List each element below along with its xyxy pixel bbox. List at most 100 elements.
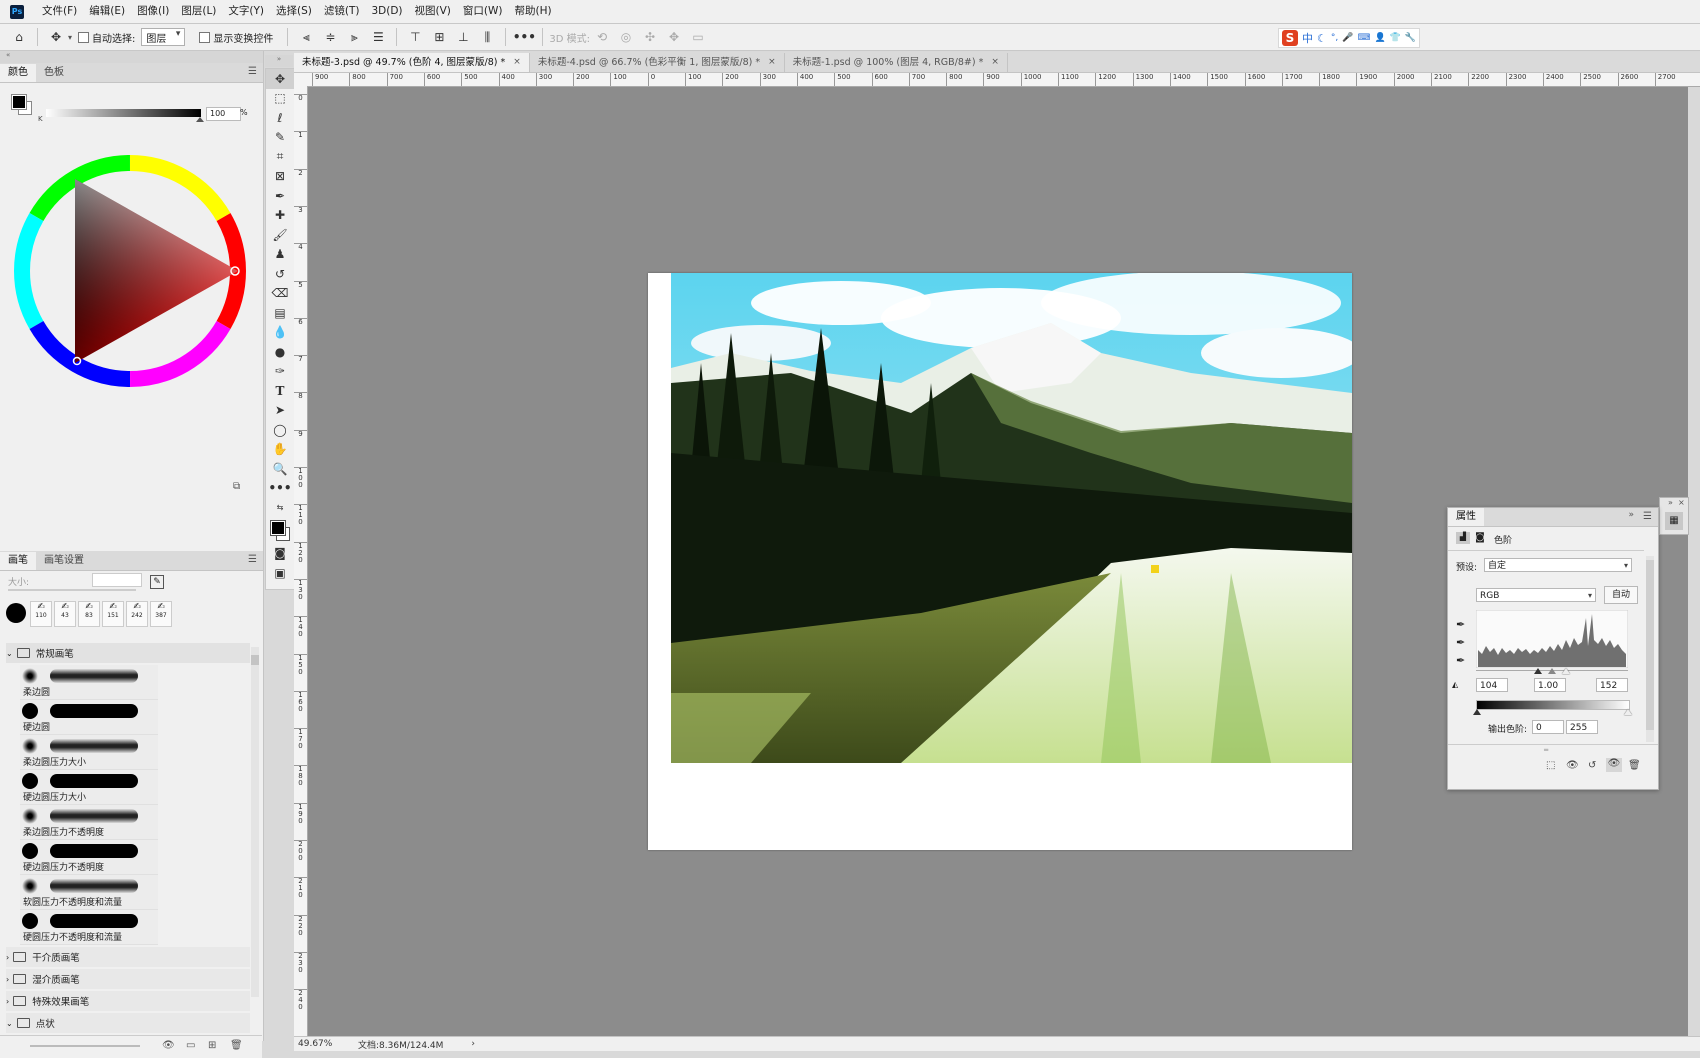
collapse-icon[interactable]: »: [1628, 510, 1634, 520]
move-tool-icon[interactable]: ✥: [266, 69, 294, 89]
ime-chinese-mode[interactable]: 中: [1302, 30, 1313, 46]
distribute-vertical-icon[interactable]: ⫼: [478, 28, 496, 46]
move-tool-icon[interactable]: ✥: [47, 28, 65, 46]
mask-icon[interactable]: ◙: [1474, 532, 1486, 544]
frame-tool-icon[interactable]: ⊠: [266, 167, 294, 187]
sogou-ime-icon[interactable]: S: [1282, 30, 1298, 46]
more-options-icon[interactable]: •••: [513, 28, 536, 46]
panel-resize-icon[interactable]: ⧉: [233, 481, 240, 492]
brush-item-hard-round-pressure-size[interactable]: 硬边圆压力大小: [20, 770, 158, 805]
doc-tab-3[interactable]: 未标题-1.psd @ 100% (图层 4, RGB/8#) * ×: [785, 53, 1008, 72]
type-tool-icon[interactable]: T: [266, 381, 294, 401]
panel-collapse-bar[interactable]: «: [0, 51, 263, 63]
foreground-color-swatch[interactable]: [270, 519, 286, 536]
view-previous-state-icon[interactable]: 👁: [1566, 760, 1579, 771]
input-black-field[interactable]: 104: [1476, 678, 1508, 692]
panel-resize-grip[interactable]: ═: [1544, 746, 1548, 754]
k-slider[interactable]: [46, 109, 201, 117]
photoshop-logo-icon[interactable]: Ps: [10, 4, 24, 19]
k-value-input[interactable]: 100: [206, 107, 241, 121]
panel-menu-icon[interactable]: ☰: [248, 66, 257, 77]
toggle-preview-icon[interactable]: 👁: [162, 1040, 175, 1051]
ime-mic-icon[interactable]: 🎤: [1342, 33, 1353, 43]
home-icon[interactable]: ⌂: [10, 28, 28, 46]
toggle-visibility-icon[interactable]: 👁: [1606, 758, 1622, 772]
panel-menu-icon[interactable]: ☰: [248, 554, 257, 565]
channel-dropdown[interactable]: RGB: [1476, 588, 1596, 603]
clipping-icon[interactable]: ◭: [1452, 680, 1458, 689]
output-white-slider[interactable]: [1624, 709, 1632, 715]
quick-mask-icon[interactable]: ◙: [266, 544, 294, 564]
scrollbar-thumb[interactable]: [251, 655, 259, 665]
panel-menu-icon[interactable]: ☰: [1643, 511, 1652, 522]
edit-toolbar-icon[interactable]: •••: [266, 479, 294, 499]
align-top-icon[interactable]: ⊤: [406, 28, 424, 46]
align-left-icon[interactable]: ⫷: [297, 28, 315, 46]
show-transform-checkbox[interactable]: [199, 31, 211, 43]
tab-properties[interactable]: 属性: [1448, 508, 1484, 526]
color-wheel[interactable]: [10, 151, 250, 391]
dodge-tool-icon[interactable]: ●: [266, 342, 294, 362]
menu-layer[interactable]: 图层(L): [175, 0, 222, 23]
size-input[interactable]: [92, 573, 142, 587]
new-group-icon[interactable]: ▭: [186, 1040, 195, 1051]
set-white-point-eyedropper-icon[interactable]: ✒: [1456, 654, 1465, 667]
brush-item-hard-round-pressure-opacity-flow[interactable]: 硬圆压力不透明度和流量: [20, 910, 158, 945]
brush-item-hard-round[interactable]: 硬边圆: [20, 700, 158, 735]
trash-icon[interactable]: 🗑: [1628, 760, 1641, 771]
input-white-field[interactable]: 152: [1596, 678, 1628, 692]
doc-tab-1[interactable]: 未标题-3.psd @ 49.7% (色阶 4, 图层蒙版/8) * ×: [294, 53, 530, 72]
ime-user-icon[interactable]: 👤: [1374, 33, 1385, 43]
menu-window[interactable]: 窗口(W): [457, 0, 509, 23]
brush-edit-icon[interactable]: ✎: [150, 575, 164, 589]
menu-view[interactable]: 视图(V): [409, 0, 457, 23]
zoom-level[interactable]: 49.67%: [298, 1039, 358, 1049]
menu-image[interactable]: 图像(I): [131, 0, 175, 23]
tab-brush-settings[interactable]: 画笔设置: [36, 552, 92, 570]
foreground-color-swatch-top[interactable]: [11, 94, 27, 110]
align-vcenter-icon[interactable]: ⊞: [430, 28, 448, 46]
menu-select[interactable]: 选择(S): [270, 0, 318, 23]
align-right-icon[interactable]: ⫸: [345, 28, 363, 46]
hand-tool-icon[interactable]: ✋: [266, 440, 294, 460]
input-gamma-slider[interactable]: [1548, 668, 1556, 674]
output-black-slider[interactable]: [1473, 709, 1481, 715]
input-gamma-field[interactable]: 1.00: [1534, 678, 1566, 692]
brush-preset-hard-round[interactable]: [6, 603, 26, 623]
properties-scrollbar[interactable]: [1646, 556, 1654, 742]
path-selection-tool-icon[interactable]: ➤: [266, 401, 294, 421]
tab-color[interactable]: 颜色: [0, 64, 36, 82]
brush-preset-1[interactable]: ✍ 110: [30, 601, 52, 627]
zoom-tool-icon[interactable]: 🔍: [266, 459, 294, 479]
set-black-point-eyedropper-icon[interactable]: ✒: [1456, 618, 1465, 631]
document-canvas[interactable]: [648, 273, 1352, 850]
doc-tab-2[interactable]: 未标题-4.psd @ 66.7% (色彩平衡 1, 图层蒙版/8) * ×: [530, 53, 785, 72]
ellipse-tool-icon[interactable]: ◯: [266, 420, 294, 440]
quick-select-tool-icon[interactable]: ✎: [266, 128, 294, 148]
new-brush-icon[interactable]: ⊞: [208, 1040, 216, 1051]
brush-item-hard-round-pressure-opacity[interactable]: 硬边圆压力不透明度: [20, 840, 158, 875]
vertical-ruler[interactable]: 0 1 2 3 4 5 6 7 8 9 1 0 0 1 1 0 1 2 0 1 3 0 1 4 0 1 5 0…: [294, 86, 308, 1036]
auto-select-dropdown[interactable]: 图层: [141, 28, 186, 46]
screen-mode-icon[interactable]: ▣: [266, 563, 294, 583]
distribute-icon[interactable]: ☰: [369, 28, 387, 46]
preset-dropdown[interactable]: 自定: [1484, 558, 1632, 573]
marquee-tool-icon[interactable]: ⬚: [266, 89, 294, 109]
brush-preset-3[interactable]: ✍ 83: [78, 601, 100, 627]
menu-filter[interactable]: 滤镜(T): [318, 0, 366, 23]
brush-item-soft-round[interactable]: 柔边圆: [20, 665, 158, 700]
toolbar-collapse-bar[interactable]: »: [265, 55, 293, 67]
reset-icon[interactable]: ↺: [1588, 760, 1596, 771]
ime-skin-icon[interactable]: 👕: [1390, 33, 1401, 43]
brush-preset-6[interactable]: ✍ 387: [150, 601, 172, 627]
auto-button[interactable]: 自动: [1604, 586, 1638, 604]
expand-icon[interactable]: »: [1668, 498, 1673, 507]
brush-preset-5[interactable]: ✍ 242: [126, 601, 148, 627]
size-slider[interactable]: [8, 589, 136, 591]
chevron-down-icon[interactable]: ▾: [68, 33, 72, 42]
pen-tool-icon[interactable]: ✑: [266, 362, 294, 382]
eyedropper-tool-icon[interactable]: ✒: [266, 186, 294, 206]
ime-settings-icon[interactable]: 🔧: [1405, 33, 1416, 43]
ime-keyboard-icon[interactable]: ⌨: [1357, 33, 1370, 43]
brush-preset-4[interactable]: ✍ 151: [102, 601, 124, 627]
